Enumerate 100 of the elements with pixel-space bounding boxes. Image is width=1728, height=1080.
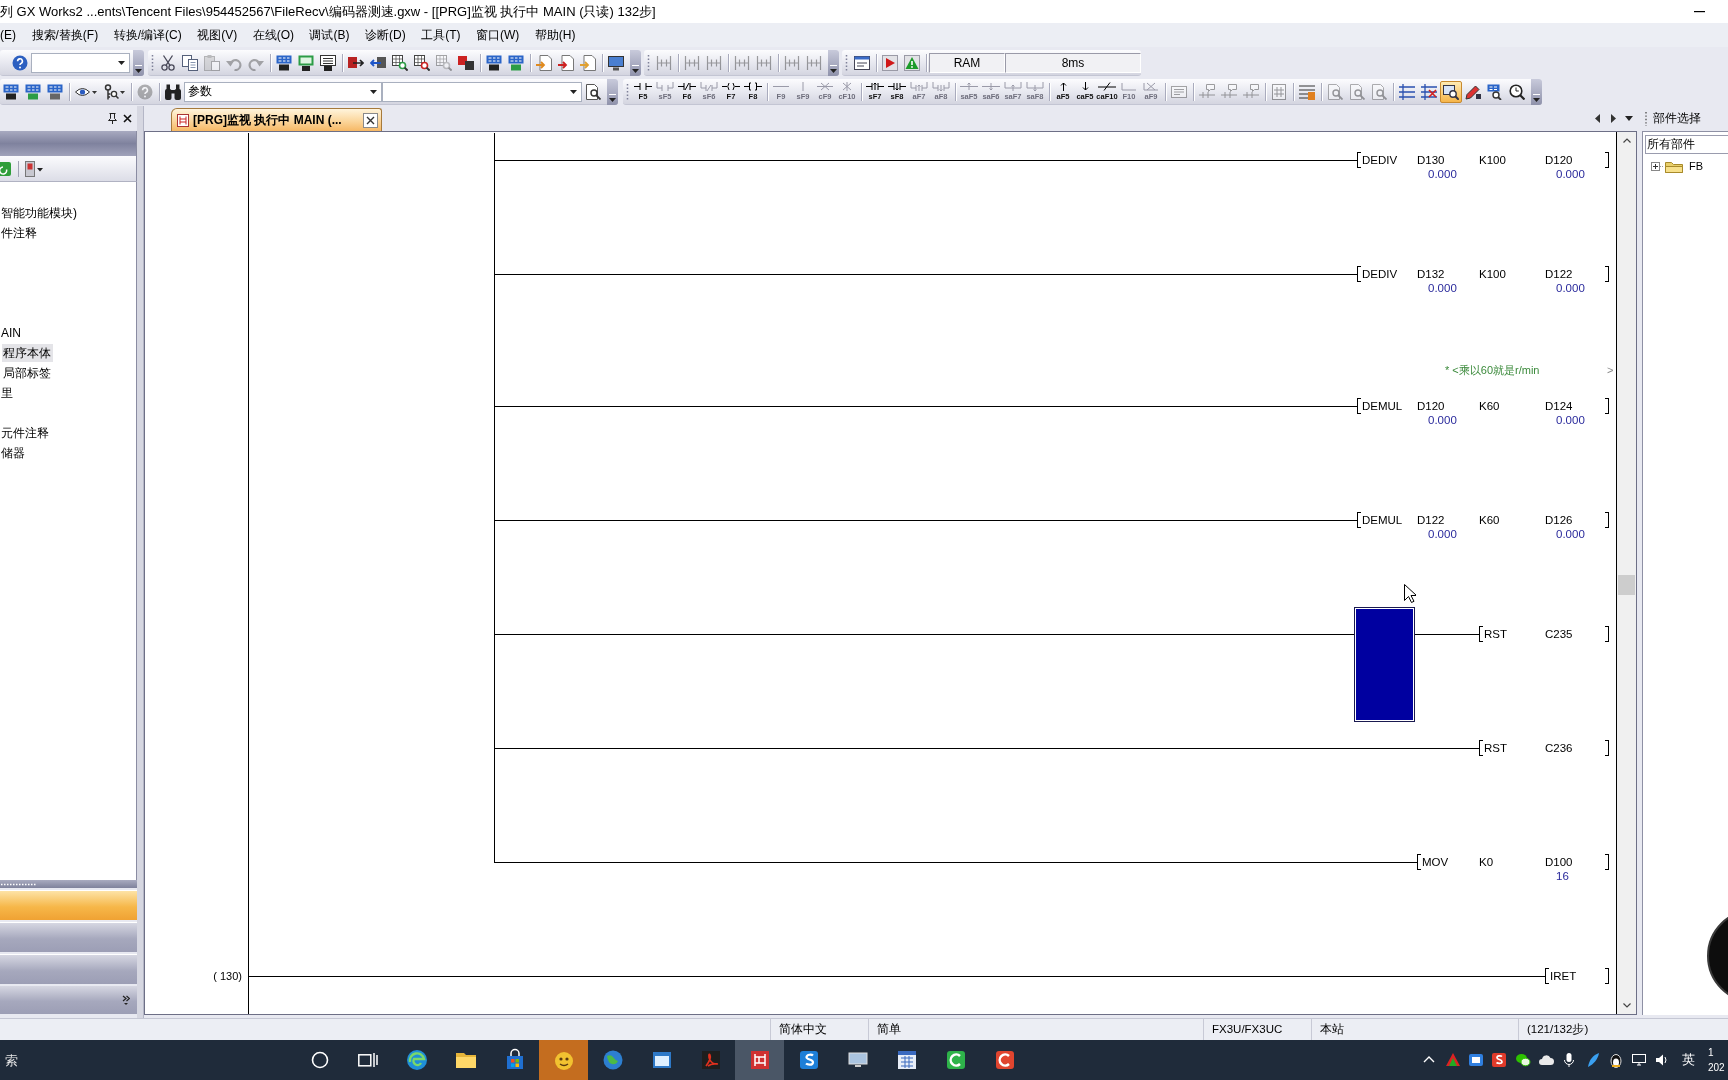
menu-item[interactable]: 在线(O) — [252, 26, 294, 44]
dropdown[interactable]: 参数 — [184, 81, 382, 102]
toolbar-options-button[interactable] — [607, 78, 618, 105]
block-arrow-right-icon — [348, 54, 364, 71]
help-icon — [12, 54, 28, 71]
penguin-icon[interactable] — [1607, 1052, 1624, 1068]
document-magnifier-icon — [1371, 83, 1387, 100]
bracket-icon — [1605, 398, 1609, 414]
navigation-section-button[interactable] — [0, 954, 137, 984]
scissors-icon — [160, 54, 176, 71]
cloud-icon[interactable] — [1537, 1052, 1554, 1068]
toolbar-options-button[interactable] — [630, 49, 641, 76]
branch-closed-contact-symbol-icon — [700, 82, 718, 91]
editor-tab[interactable]: [PRG]监视 执行中 MAIN (... — [171, 108, 382, 131]
tree-item[interactable]: 里 — [0, 384, 15, 402]
window-title: 列 GX Works2 ...ents\Tencent Files\954452567\FileRecv\编码器测速.gxw - [[PRG]监视 执行中 MAIN (只读) 132步] — [0, 2, 656, 21]
ladder-lines-icon — [1399, 83, 1415, 100]
operand-label: K60 — [1479, 513, 1500, 528]
chevron-up-icon — [1622, 138, 1631, 143]
tree-item[interactable]: 智能功能模块) — [0, 204, 79, 222]
menu-item[interactable]: 转换/编译(C) — [113, 26, 182, 44]
framed-lines-icon — [1171, 83, 1187, 100]
status-readout: 8ms — [1005, 52, 1141, 73]
navigation-section-button[interactable] — [0, 922, 137, 952]
contact-symbol-icon — [634, 82, 652, 91]
toolbar-options-button[interactable] — [133, 49, 144, 76]
input-method-indicator[interactable]: 英 — [1681, 1051, 1695, 1069]
close-panel-button[interactable] — [123, 114, 132, 123]
rising-pulse-contact-icon — [866, 82, 884, 91]
bracket-icon — [1479, 626, 1483, 642]
tree-item[interactable]: 件注释 — [0, 224, 39, 242]
ladder-grid-icon — [734, 54, 750, 71]
document-arrow-icon — [536, 54, 552, 71]
clock-date[interactable]: 202 — [1708, 1062, 1728, 1073]
double-chevron-icon[interactable] — [122, 995, 130, 1005]
ladder-comment-icon — [1221, 83, 1237, 100]
drag-grip-icon[interactable] — [151, 53, 154, 72]
toolbar-options-button[interactable] — [1531, 78, 1542, 105]
menu-item[interactable]: 窗口(W) — [476, 26, 520, 44]
monitor-value: 16 — [1556, 870, 1569, 882]
menu-item[interactable]: 诊断(D) — [365, 26, 406, 44]
filter-dropdown[interactable]: 所有部件 — [1645, 135, 1728, 154]
operand-label: D120 — [1545, 153, 1573, 168]
tab-scroll-left-button[interactable] — [1592, 112, 1602, 125]
device-menu-icon[interactable] — [24, 160, 44, 177]
menu-item[interactable]: 工具(T) — [421, 26, 461, 44]
clock-time[interactable]: 1 — [1708, 1047, 1728, 1058]
rising-arrow-symbol-icon — [1059, 82, 1067, 91]
bracket-icon — [1605, 152, 1609, 168]
scrollbar-thumb[interactable] — [1618, 575, 1635, 595]
browser-icon — [404, 1048, 429, 1072]
monitor-value: 0.000 — [1428, 168, 1457, 180]
menu-item[interactable]: (E) — [0, 26, 16, 44]
tree-item[interactable]: 元件注释 — [0, 424, 51, 442]
key-magnifier-icon — [103, 83, 125, 100]
bracket-icon — [1605, 626, 1609, 642]
chat-bubbles-icon[interactable] — [1514, 1052, 1531, 1068]
toolbar-options-button[interactable] — [828, 49, 839, 76]
search-field[interactable]: 索 — [0, 1040, 296, 1080]
falling-pulse-contact-icon — [888, 82, 906, 91]
pin-button[interactable] — [108, 113, 117, 124]
vertical-scrollbar[interactable] — [1617, 132, 1636, 1014]
close-tab-button[interactable] — [363, 112, 378, 128]
s-logo-icon[interactable] — [1491, 1052, 1508, 1068]
menu-item[interactable]: 帮助(H) — [534, 26, 576, 44]
triangle-right-icon — [1610, 114, 1616, 123]
monitor-value: 0.000 — [1556, 282, 1585, 294]
tree-item[interactable]: 储器 — [0, 444, 27, 462]
tab-scroll-right-button[interactable] — [1608, 112, 1618, 125]
menu-item[interactable]: 视图(V) — [197, 26, 238, 44]
bracket-icon — [1605, 266, 1609, 282]
screen-tile-icon — [298, 54, 314, 71]
tree-item[interactable]: FB — [1689, 160, 1704, 172]
task-view-icon — [358, 1052, 378, 1068]
expand-icon[interactable] — [1651, 161, 1664, 171]
operand-label: D122 — [1417, 513, 1445, 528]
comment-end-mark: > — [1607, 364, 1615, 376]
network-icon[interactable] — [1631, 1052, 1648, 1068]
ladder-grid-icon — [784, 54, 800, 71]
ladder-comment-icon — [1243, 83, 1259, 100]
window-list-icon — [854, 54, 870, 71]
menu-item[interactable]: 调试(B) — [309, 26, 350, 44]
drag-grip-icon[interactable] — [845, 53, 848, 72]
window-tile-icon[interactable] — [1468, 1052, 1485, 1068]
drag-grip-icon[interactable] — [647, 53, 650, 72]
closed-contact-symbol-icon — [678, 82, 696, 91]
drag-grip-icon[interactable] — [626, 82, 629, 101]
delete-vertical-line-icon — [842, 82, 852, 91]
tree-item[interactable]: AIN — [0, 324, 23, 342]
menu-item[interactable]: 搜索/替换(F) — [31, 26, 99, 44]
toolbar-toggle[interactable] — [1440, 80, 1462, 103]
tree-item[interactable]: 程序本体 — [2, 344, 53, 362]
overlapping-squares-icon — [458, 54, 474, 71]
minimize-icon — [1693, 10, 1705, 13]
triangles-icon[interactable] — [1444, 1052, 1461, 1068]
caret-icon — [570, 89, 577, 94]
tree-item[interactable]: 局部标签 — [2, 364, 53, 382]
refresh-icon[interactable] — [0, 160, 11, 177]
ladder-page-icon — [1271, 83, 1287, 100]
grid-magnifier-icon — [436, 54, 452, 71]
